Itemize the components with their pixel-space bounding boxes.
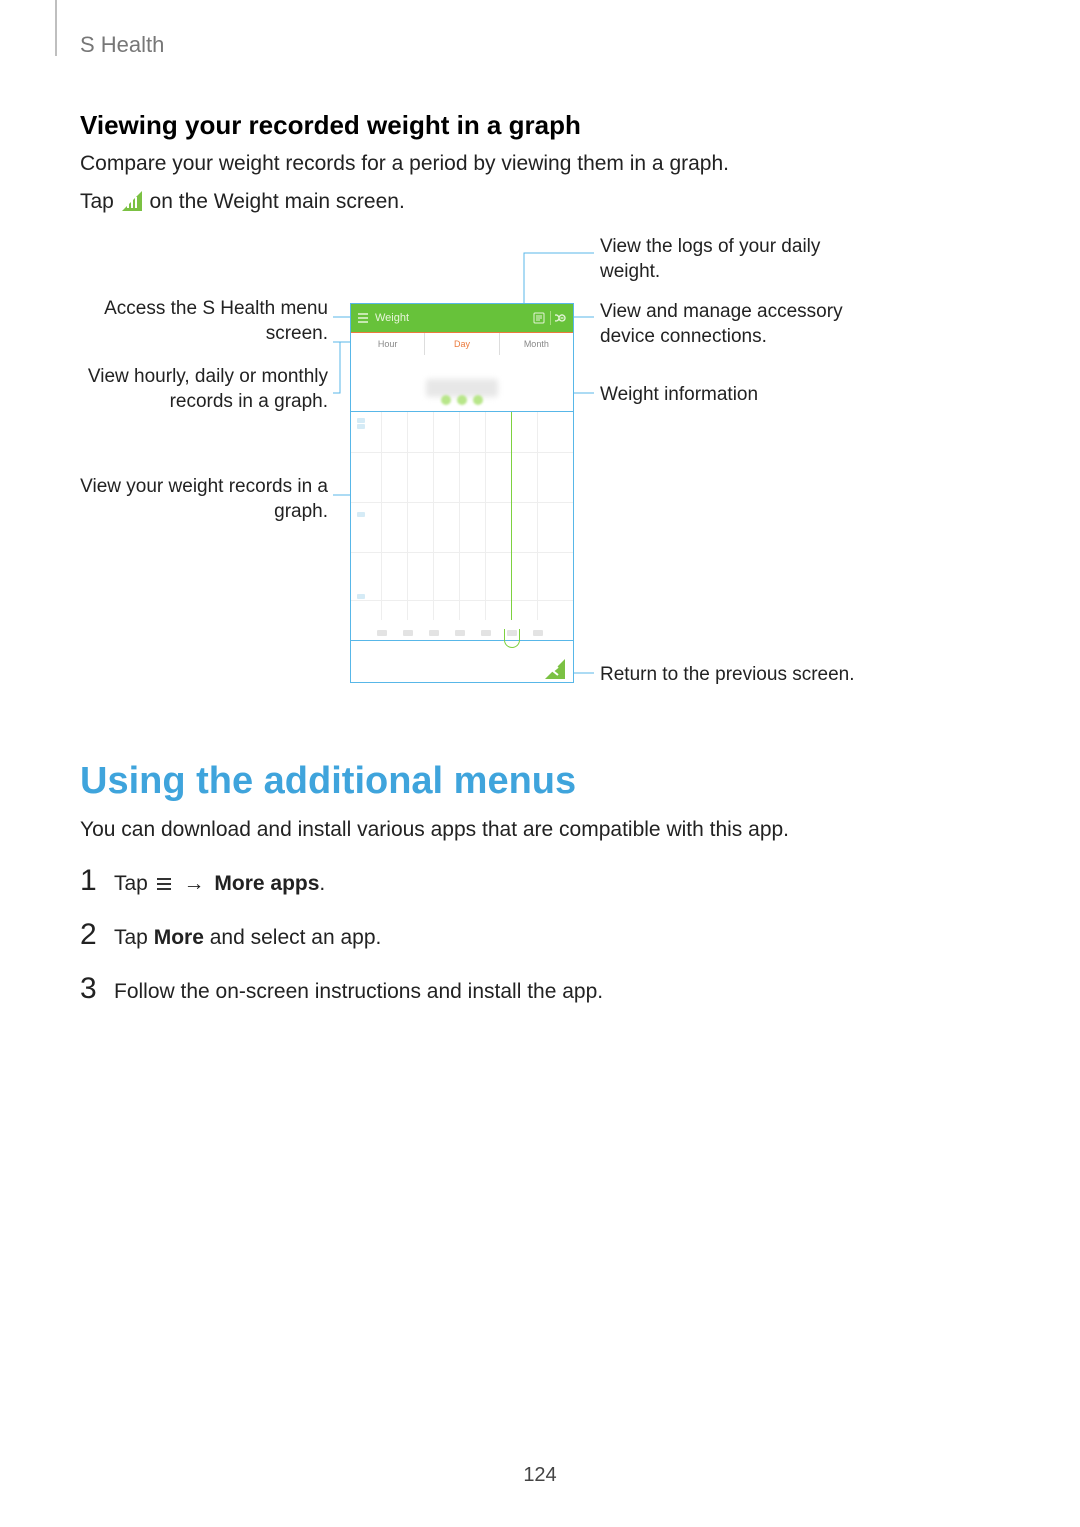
callout-return: Return to the previous screen. <box>600 663 900 688</box>
back-icon[interactable] <box>545 659 565 679</box>
section2-intro: You can download and install various app… <box>80 818 789 842</box>
page-header-title: S Health <box>80 32 164 58</box>
step-1: 1 Tap → More apps. <box>80 866 325 896</box>
step-number-3: 3 <box>80 974 114 1004</box>
hamburger-menu-icon[interactable] <box>351 312 375 324</box>
step-3: 3 Follow the on-screen instructions and … <box>80 974 603 1004</box>
step-number-1: 1 <box>80 866 114 896</box>
step2-pre: Tap <box>114 926 154 949</box>
time-range-tabs: Hour Day Month <box>351 332 573 355</box>
hamburger-menu-icon <box>156 877 172 891</box>
page-number: 124 <box>0 1464 1080 1487</box>
tab-day[interactable]: Day <box>425 333 499 355</box>
step3-text: Follow the on-screen instructions and in… <box>114 980 603 1003</box>
weight-info-area <box>351 355 573 412</box>
callout-graph: View your weight records in a graph. <box>80 475 328 524</box>
tab-hour[interactable]: Hour <box>351 333 425 355</box>
step1-more-apps: More apps <box>214 872 319 895</box>
annotated-screenshot-diagram: Weight Hour Day Month <box>80 235 1000 705</box>
arrow-right-icon: → <box>184 872 205 895</box>
phone-app-bar: Weight <box>351 304 573 332</box>
logs-icon[interactable] <box>528 312 550 324</box>
weight-graph[interactable] <box>351 412 573 641</box>
section1-line2: Tap on the Weight main screen. <box>80 190 405 214</box>
step2-more: More <box>154 926 204 949</box>
callout-logs: View the logs of your daily weight. <box>600 235 860 284</box>
tab-month[interactable]: Month <box>500 333 573 355</box>
info-indicator-dots <box>441 395 483 405</box>
callout-menu: Access the S Health menu screen. <box>80 297 328 346</box>
section-heading-1: Viewing your recorded weight in a graph <box>80 110 581 141</box>
phone-title: Weight <box>375 312 528 324</box>
step2-post: and select an app. <box>204 926 381 949</box>
step-2: 2 Tap More and select an app. <box>80 920 381 950</box>
section1-line1: Compare your weight records for a period… <box>80 152 729 176</box>
section-heading-2: Using the additional menus <box>80 760 576 803</box>
tap-prefix: Tap <box>80 190 120 213</box>
step-number-2: 2 <box>80 920 114 950</box>
step1-tap: Tap <box>114 872 154 895</box>
callout-connections: View and manage accessory device connect… <box>600 300 860 349</box>
callout-tabs: View hourly, daily or monthly records in… <box>80 365 328 414</box>
header-rule <box>55 0 57 56</box>
step1-period: . <box>319 872 325 895</box>
phone-mockup: Weight Hour Day Month <box>350 303 574 683</box>
bar-chart-icon <box>122 191 142 211</box>
tap-suffix: on the Weight main screen. <box>150 190 405 213</box>
return-area <box>351 641 573 685</box>
connection-icon[interactable] <box>551 312 573 324</box>
callout-info: Weight information <box>600 383 860 408</box>
